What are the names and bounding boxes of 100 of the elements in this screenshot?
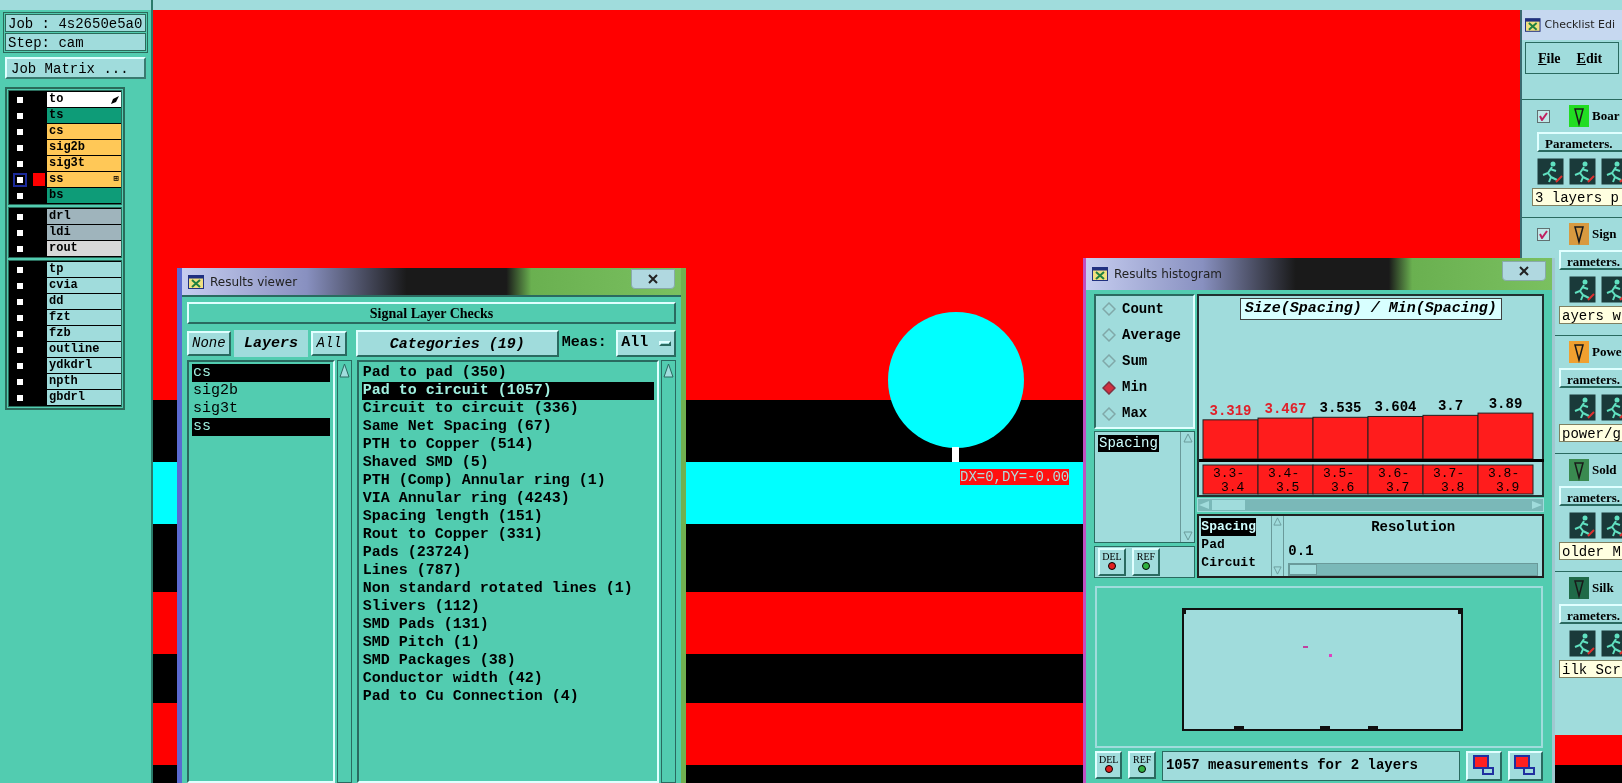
- scrollbar[interactable]: [336, 360, 352, 783]
- scrollbar[interactable]: [661, 360, 676, 783]
- attribute-list-item[interactable]: Spacing: [1098, 435, 1159, 452]
- checkbox[interactable]: [15, 142, 25, 153]
- running-figure-icon[interactable]: [1601, 275, 1622, 303]
- checkbox[interactable]: [15, 110, 25, 121]
- layer-name[interactable]: cvia: [47, 278, 121, 293]
- category-list-item[interactable]: Shaved SMD (5): [361, 454, 655, 472]
- category-list-item[interactable]: PTH to Copper (514): [361, 436, 655, 454]
- running-figure-icon[interactable]: [1601, 393, 1622, 421]
- running-figure-icon[interactable]: [1601, 511, 1622, 539]
- parameters-button[interactable]: rameters.: [1559, 486, 1622, 506]
- layer-name[interactable]: outline: [47, 342, 121, 357]
- layer-name[interactable]: sig3t: [47, 156, 121, 171]
- category-list-item[interactable]: Pad to pad (350): [361, 364, 655, 382]
- measure-list-item[interactable]: Circuit: [1201, 554, 1256, 572]
- layer-list-item[interactable]: ss: [192, 418, 330, 436]
- category-list-item[interactable]: SMD Pads (131): [361, 616, 655, 634]
- running-figure-icon[interactable]: [1569, 511, 1596, 539]
- slider-thumb[interactable]: [1289, 564, 1318, 575]
- parameters-button[interactable]: Parameters.: [1537, 132, 1622, 152]
- category-list-item[interactable]: VIA Annular ring (4243): [361, 490, 655, 508]
- category-list-item[interactable]: Same Net Spacing (67): [361, 418, 655, 436]
- running-figure-icon[interactable]: [1537, 157, 1564, 185]
- horizontal-scrollbar[interactable]: [1197, 498, 1544, 512]
- checkbox[interactable]: [15, 376, 25, 387]
- layer-name[interactable]: tp: [47, 262, 121, 277]
- layer-name[interactable]: ss ⊞: [47, 172, 121, 187]
- layer-name[interactable]: fzt: [47, 310, 121, 325]
- layer-name[interactable]: ldi: [47, 225, 121, 240]
- menu-item[interactable]: File: [1538, 47, 1561, 69]
- close-button[interactable]: [631, 268, 675, 289]
- layer-name[interactable]: npth: [47, 374, 121, 389]
- checkbox[interactable]: [15, 243, 25, 254]
- category-list-item[interactable]: Lines (787): [361, 562, 655, 580]
- checkbox[interactable]: [15, 392, 25, 403]
- delete-button[interactable]: DEL: [1098, 548, 1126, 576]
- category-list-item[interactable]: Pad to circuit (1057): [361, 382, 655, 400]
- checkbox[interactable]: [15, 94, 25, 105]
- category-list-item[interactable]: Slivers (112): [361, 598, 655, 616]
- checkbox[interactable]: [1537, 109, 1550, 123]
- layer-name[interactable]: ydkdrl: [47, 358, 121, 373]
- category-list-item[interactable]: Circuit to circuit (336): [361, 400, 655, 418]
- parameters-button[interactable]: rameters.: [1559, 604, 1622, 624]
- checkbox[interactable]: [15, 312, 25, 323]
- checkbox[interactable]: [15, 158, 25, 169]
- radio-option[interactable]: Min: [1102, 377, 1194, 399]
- layer-name[interactable]: fzb: [47, 326, 121, 341]
- layer-name[interactable]: to: [47, 92, 121, 107]
- none-button[interactable]: None: [187, 331, 231, 356]
- job-matrix-button[interactable]: Job Matrix ...: [5, 57, 146, 79]
- category-list-item[interactable]: Rout to Copper (331): [361, 526, 655, 544]
- layer-name[interactable]: dd: [47, 294, 121, 309]
- category-list-item[interactable]: PTH (Comp) Annular ring (1): [361, 472, 655, 490]
- checkbox[interactable]: [15, 211, 25, 222]
- radio-option[interactable]: Max: [1102, 403, 1194, 425]
- scroll-thumb[interactable]: [1212, 500, 1246, 510]
- layer-name[interactable]: sig2b: [47, 140, 121, 155]
- layer-name[interactable]: gbdrl: [47, 390, 121, 405]
- running-figure-icon[interactable]: [1601, 629, 1622, 657]
- layer-name[interactable]: rout: [47, 241, 121, 256]
- checkbox[interactable]: [15, 360, 25, 371]
- radio-option[interactable]: Average: [1102, 324, 1194, 346]
- layer-name[interactable]: bs: [47, 188, 121, 203]
- category-list-item[interactable]: SMD Packages (38): [361, 652, 655, 670]
- chart-tool-button[interactable]: [1466, 751, 1502, 781]
- checkbox[interactable]: [15, 328, 25, 339]
- category-list-item[interactable]: Spacing length (151): [361, 508, 655, 526]
- running-figure-icon[interactable]: [1601, 157, 1622, 185]
- all-button[interactable]: All: [311, 331, 347, 356]
- layer-list-item[interactable]: sig2b: [192, 382, 330, 400]
- layer-list-item[interactable]: sig3t: [192, 400, 330, 418]
- category-list-item[interactable]: Pads (23724): [361, 544, 655, 562]
- checkbox[interactable]: [15, 190, 25, 201]
- layer-list-item[interactable]: cs: [192, 364, 330, 382]
- layer-name[interactable]: cs: [47, 124, 121, 139]
- parameters-button[interactable]: rameters.: [1559, 368, 1622, 388]
- parameters-button[interactable]: rameters.: [1559, 250, 1622, 270]
- measure-list-item[interactable]: Spacing: [1201, 518, 1256, 536]
- category-list-item[interactable]: Conductor width (42): [361, 670, 655, 688]
- checkbox[interactable]: [15, 126, 25, 137]
- meas-dropdown[interactable]: All: [616, 330, 676, 357]
- reference-button[interactable]: REF: [1132, 548, 1160, 576]
- checkbox[interactable]: [15, 264, 25, 275]
- scrollbar[interactable]: [1180, 432, 1195, 542]
- layer-name[interactable]: ts: [47, 108, 121, 123]
- delete-button[interactable]: DEL: [1095, 751, 1123, 779]
- running-figure-icon[interactable]: [1569, 275, 1596, 303]
- measure-list-item[interactable]: Pad: [1201, 536, 1225, 554]
- running-figure-icon[interactable]: [1569, 629, 1596, 657]
- chart-tool-button[interactable]: [1507, 751, 1543, 781]
- close-button[interactable]: [1502, 261, 1546, 281]
- running-figure-icon[interactable]: [1569, 393, 1596, 421]
- running-figure-icon[interactable]: [1569, 157, 1596, 185]
- category-list-item[interactable]: SMD Pitch (1): [361, 634, 655, 652]
- radio-option[interactable]: Sum: [1102, 350, 1194, 372]
- radio-option[interactable]: Count: [1102, 298, 1194, 320]
- checkbox[interactable]: [15, 227, 25, 238]
- category-list-item[interactable]: Pad to Cu Connection (4): [361, 688, 655, 706]
- checkbox[interactable]: [1537, 227, 1550, 241]
